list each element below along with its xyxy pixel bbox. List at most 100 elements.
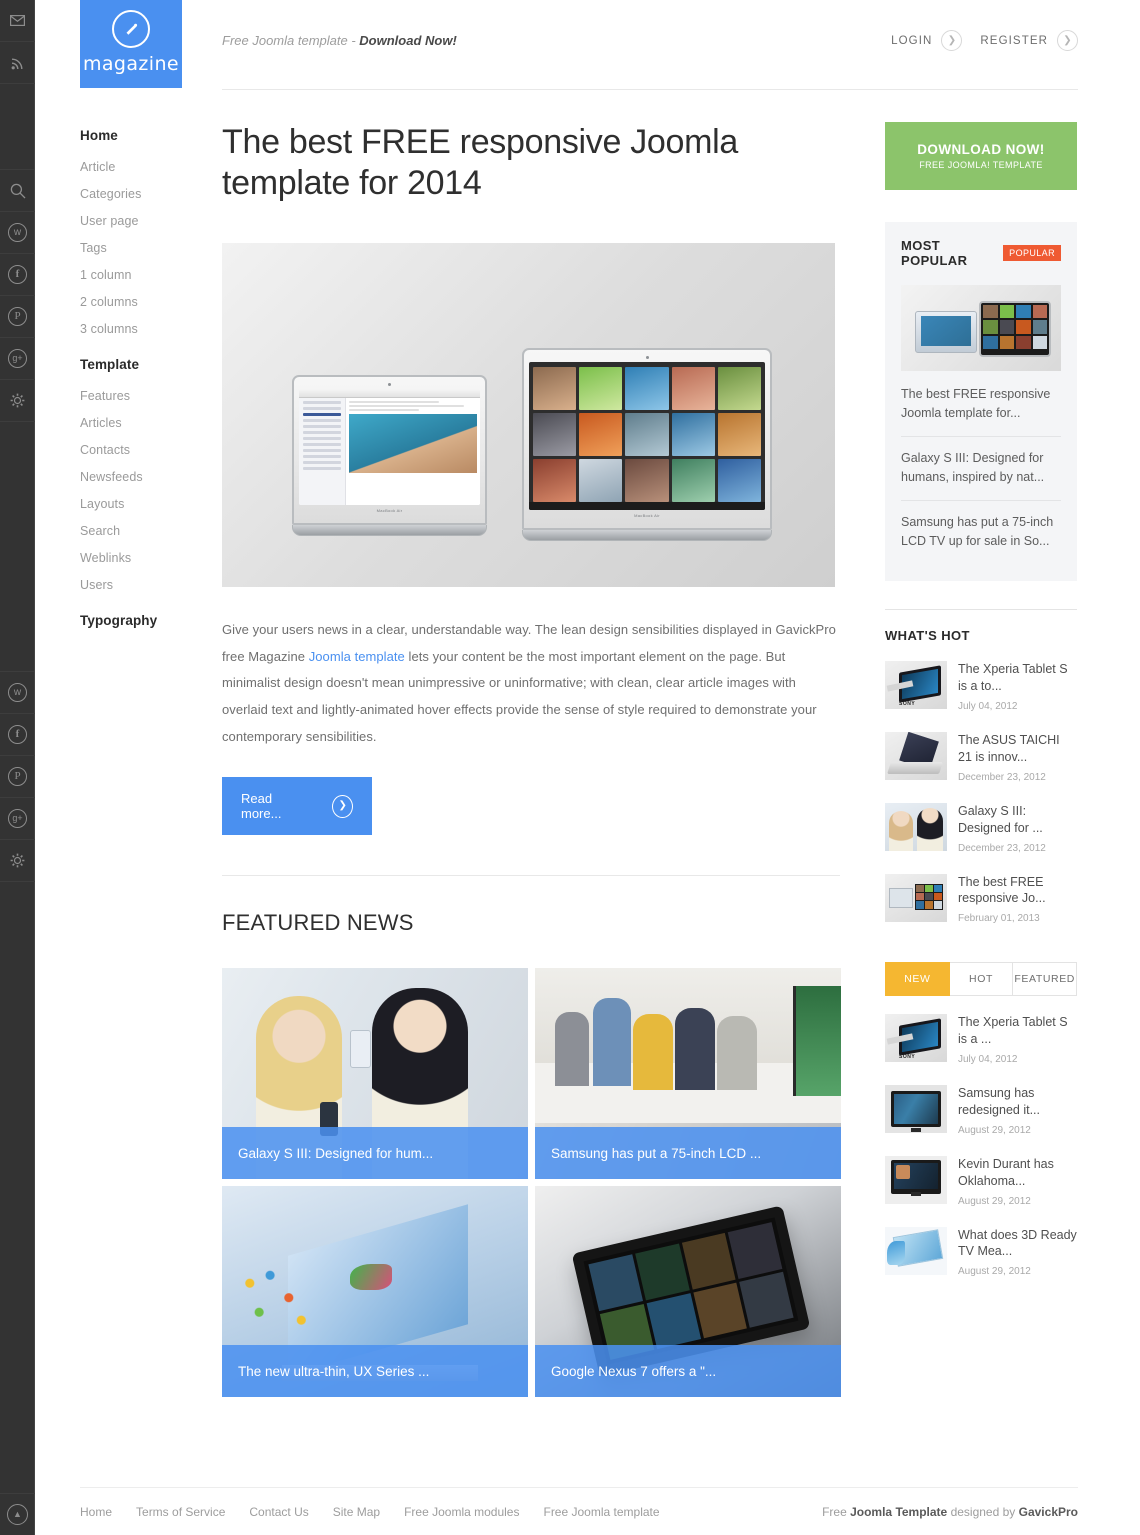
sidebar-nav: Home Article Categories User page Tags 1… bbox=[80, 128, 205, 649]
logo-text: magazine bbox=[82, 53, 180, 75]
facebook-icon[interactable]: f bbox=[0, 254, 35, 296]
sidebar-item-weblinks[interactable]: Weblinks bbox=[80, 551, 205, 565]
featured-card[interactable]: Galaxy S III: Designed for hum... bbox=[222, 968, 528, 1180]
footer: Home Terms of Service Contact Us Site Ma… bbox=[80, 1487, 1078, 1519]
credit-joomla-template[interactable]: Joomla Template bbox=[850, 1505, 947, 1519]
tab-featured[interactable]: FEATURED bbox=[1013, 962, 1078, 997]
sidebar-item-newsfeeds[interactable]: Newsfeeds bbox=[80, 470, 205, 484]
featured-card[interactable]: The new ultra-thin, UX Series ... bbox=[222, 1186, 528, 1398]
googleplus-icon[interactable]: g+ bbox=[0, 338, 35, 380]
list-item[interactable]: What does 3D Ready TV Mea... August 29, … bbox=[885, 1226, 1077, 1278]
sidebar-item-3-columns[interactable]: 3 columns bbox=[80, 322, 205, 336]
list-item-title: The Xperia Tablet S is a ... bbox=[958, 1015, 1068, 1047]
footer-link-modules[interactable]: Free Joomla modules bbox=[404, 1505, 519, 1519]
sidebar-item-features[interactable]: Features bbox=[80, 389, 205, 403]
featured-card[interactable]: Samsung has put a 75-inch LCD ... bbox=[535, 968, 841, 1180]
article-hero-image[interactable]: MacBook Air MacBook Air bbox=[222, 242, 835, 587]
list-item-date: July 04, 2012 bbox=[958, 1054, 1018, 1065]
tabs-module: NEW HOT FEATURED SONY The Xperia Tablet … bbox=[885, 962, 1078, 1278]
register-link[interactable]: REGISTER ❯ bbox=[980, 30, 1078, 51]
login-link[interactable]: LOGIN ❯ bbox=[891, 30, 963, 51]
chevron-right-icon: ❯ bbox=[941, 30, 963, 51]
scroll-to-top-button[interactable]: ▲ bbox=[0, 1493, 35, 1535]
footer-link-terms[interactable]: Terms of Service bbox=[136, 1505, 225, 1519]
credit-pre: Free bbox=[822, 1505, 851, 1519]
list-item[interactable]: SONY The Xperia Tablet S is a to... July… bbox=[885, 661, 1077, 712]
search-icon[interactable] bbox=[0, 170, 35, 212]
mail-icon[interactable] bbox=[0, 0, 35, 42]
facebook-icon[interactable]: f bbox=[0, 714, 35, 756]
list-item-title: The Xperia Tablet S is a to... bbox=[958, 662, 1068, 694]
sidebar-item-article[interactable]: Article bbox=[80, 160, 205, 174]
tab-bar: NEW HOT FEATURED bbox=[885, 962, 1078, 997]
sidebar-item-articles[interactable]: Articles bbox=[80, 416, 205, 430]
list-item[interactable]: SONY The Xperia Tablet S is a ... July 0… bbox=[885, 1014, 1077, 1065]
rail-spacer bbox=[0, 84, 34, 170]
list-item-title: Kevin Durant has Oklahoma... bbox=[958, 1156, 1054, 1188]
footer-link-home[interactable]: Home bbox=[80, 1505, 112, 1519]
nav-block-typography: Typography bbox=[80, 613, 205, 628]
rss-icon[interactable] bbox=[0, 42, 35, 84]
featured-card[interactable]: Google Nexus 7 offers a "... bbox=[535, 1186, 841, 1398]
sidebar-item-tags[interactable]: Tags bbox=[80, 241, 205, 255]
sidebar-item-search[interactable]: Search bbox=[80, 524, 205, 538]
page-root: w f P g+ w f P g+ ▲ magazine Home Articl… bbox=[0, 0, 1140, 1535]
list-item[interactable]: The best FREE responsive Jo... February … bbox=[885, 873, 1077, 924]
sidebar-item-1-column[interactable]: 1 column bbox=[80, 268, 205, 282]
googleplus-icon[interactable]: g+ bbox=[0, 798, 35, 840]
tv-screen bbox=[894, 1094, 938, 1124]
thumbnail-3d-tv bbox=[885, 1226, 947, 1275]
list-item[interactable]: Samsung has redesigned it... August 29, … bbox=[885, 1085, 1077, 1136]
read-more-button[interactable]: Read more... ❯ bbox=[222, 777, 372, 836]
list-item-date: December 23, 2012 bbox=[958, 842, 1046, 854]
nav-block-template: Template Features Articles Contacts News… bbox=[80, 357, 205, 592]
macbook-left: MacBook Air bbox=[292, 374, 487, 536]
most-popular-item[interactable]: Galaxy S III: Designed for humans, inspi… bbox=[901, 435, 1061, 500]
list-item-date: December 23, 2012 bbox=[958, 771, 1046, 783]
most-popular-module: MOST POPULAR POPULAR The best FREE respo… bbox=[885, 222, 1077, 582]
list-item-text: Galaxy S III: Designed for ... December … bbox=[958, 803, 1077, 854]
footer-link-template[interactable]: Free Joomla template bbox=[543, 1505, 659, 1519]
sidebar-item-users[interactable]: Users bbox=[80, 578, 205, 592]
site-logo[interactable]: magazine bbox=[80, 0, 182, 88]
list-item-date: August 29, 2012 bbox=[958, 1195, 1031, 1207]
sidebar-item-typography[interactable]: Typography bbox=[80, 613, 205, 628]
most-popular-thumbnail[interactable] bbox=[901, 285, 1061, 371]
gear-icon[interactable] bbox=[0, 840, 35, 882]
left-icon-rail: w f P g+ w f P g+ ▲ bbox=[0, 0, 35, 1535]
sidebar-item-contacts[interactable]: Contacts bbox=[80, 443, 205, 457]
footer-link-sitemap[interactable]: Site Map bbox=[333, 1505, 380, 1519]
list-item-date: August 29, 2012 bbox=[958, 1124, 1031, 1136]
register-label: REGISTER bbox=[980, 34, 1048, 47]
most-popular-item[interactable]: The best FREE responsive Joomla template… bbox=[901, 385, 1061, 436]
list-item-date: August 29, 2012 bbox=[958, 1266, 1031, 1278]
footer-nav: Home Terms of Service Contact Us Site Ma… bbox=[80, 1505, 660, 1519]
list-item[interactable]: Galaxy S III: Designed for ... December … bbox=[885, 802, 1077, 854]
footer-link-contact[interactable]: Contact Us bbox=[249, 1505, 308, 1519]
sidebar-item-2-columns[interactable]: 2 columns bbox=[80, 295, 205, 309]
tab-hot[interactable]: HOT bbox=[949, 962, 1014, 997]
sidebar-item-home[interactable]: Home bbox=[80, 128, 205, 143]
pinterest-icon[interactable]: P bbox=[0, 756, 35, 798]
most-popular-item[interactable]: Samsung has put a 75-inch LCD TV up for … bbox=[901, 499, 1061, 564]
sidebar-item-layouts[interactable]: Layouts bbox=[80, 497, 205, 511]
pinterest-icon[interactable]: P bbox=[0, 296, 35, 338]
download-now-button[interactable]: DOWNLOAD NOW! FREE JOOMLA! TEMPLATE bbox=[885, 122, 1077, 190]
sidebar-item-categories[interactable]: Categories bbox=[80, 187, 205, 201]
sidebar-item-template[interactable]: Template bbox=[80, 357, 205, 372]
list-item[interactable]: Kevin Durant has Oklahoma... August 29, … bbox=[885, 1155, 1077, 1207]
tagline-download-now[interactable]: Download Now! bbox=[359, 33, 457, 48]
credit-gavickpro[interactable]: GavickPro bbox=[1019, 1505, 1078, 1519]
sidebar-item-user-page[interactable]: User page bbox=[80, 214, 205, 228]
list-item-text: The Xperia Tablet S is a ... July 04, 20… bbox=[958, 1014, 1077, 1065]
list-item[interactable]: The ASUS TAICHI 21 is innov... December … bbox=[885, 732, 1077, 783]
twitter-icon[interactable]: w bbox=[0, 672, 35, 714]
twitter-icon[interactable]: w bbox=[0, 212, 35, 254]
chevron-right-icon: ❯ bbox=[1057, 30, 1078, 51]
card-caption: Samsung has put a 75-inch LCD ... bbox=[535, 1127, 841, 1180]
list-item-text: The ASUS TAICHI 21 is innov... December … bbox=[958, 732, 1077, 783]
download-subtitle: FREE JOOMLA! TEMPLATE bbox=[919, 160, 1043, 170]
gear-icon[interactable] bbox=[0, 380, 35, 422]
tab-new[interactable]: NEW bbox=[885, 962, 950, 997]
joomla-template-link[interactable]: Joomla template bbox=[309, 649, 405, 664]
